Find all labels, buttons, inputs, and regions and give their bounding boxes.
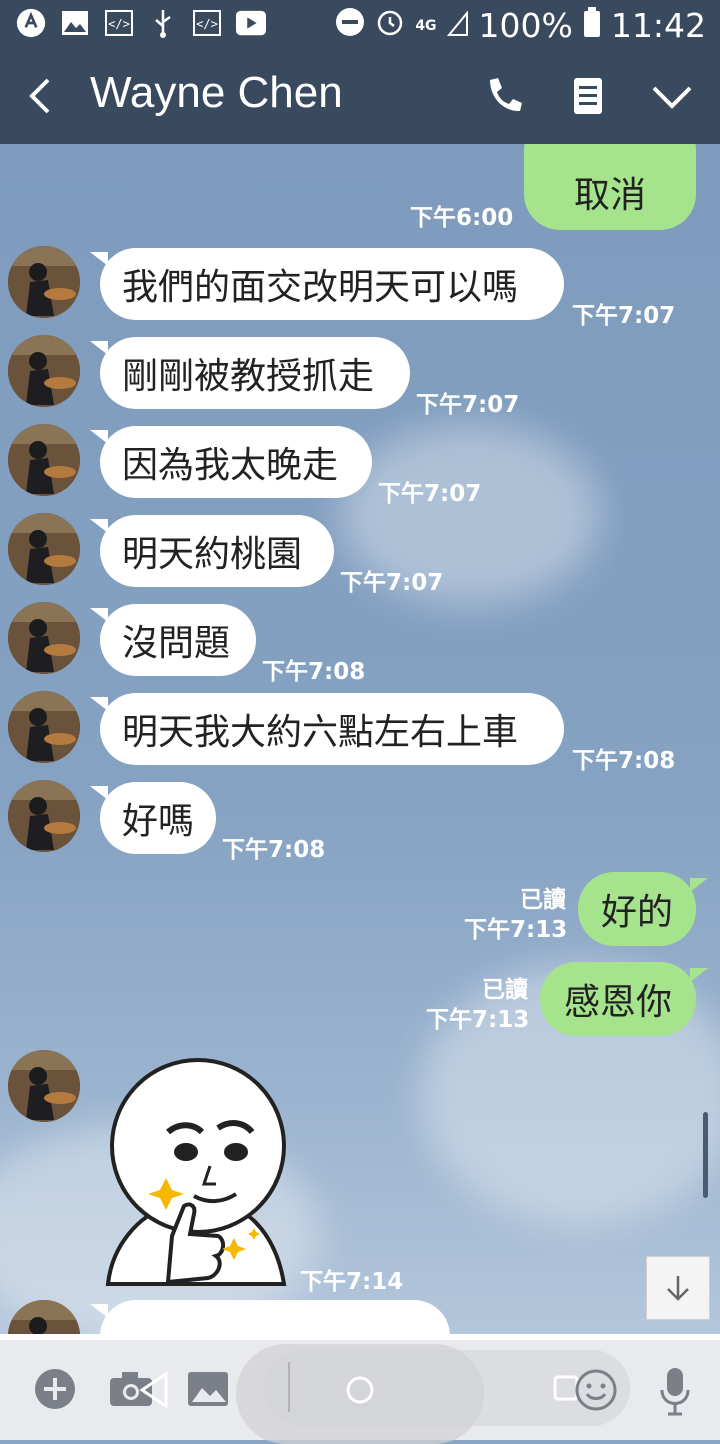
message-time: 下午7:08 bbox=[572, 748, 676, 774]
avatar[interactable] bbox=[8, 780, 80, 852]
avatar[interactable] bbox=[8, 246, 80, 318]
message-bubble-outgoing[interactable]: 取消 bbox=[524, 144, 696, 230]
status-bar: </> </> 4G 100% 11:42 bbox=[0, 0, 720, 48]
battery-icon bbox=[583, 6, 601, 45]
message-text: 好的 bbox=[600, 892, 673, 933]
signal-icon bbox=[446, 6, 469, 45]
message-bubble-incoming[interactable]: 明天約桃園 bbox=[90, 515, 334, 587]
nav-back-icon[interactable] bbox=[138, 1370, 170, 1414]
avatar[interactable] bbox=[8, 335, 80, 407]
message-bubble-outgoing[interactable]: 好的 bbox=[578, 872, 708, 946]
message-text: 沒問題 bbox=[122, 623, 231, 664]
message-time: 下午7:13 bbox=[426, 1007, 530, 1033]
message-time: 下午7:07 bbox=[340, 570, 444, 596]
scroll-to-bottom-button[interactable] bbox=[646, 1256, 710, 1320]
message-bubble-incoming[interactable]: 沒問題 bbox=[90, 604, 256, 676]
plus-icon[interactable] bbox=[34, 1368, 76, 1414]
message-text: 取消 bbox=[573, 175, 646, 216]
message-time: 下午7:07 bbox=[378, 481, 482, 507]
message-time: 下午7:07 bbox=[572, 303, 676, 329]
network-type: 4G bbox=[415, 17, 437, 34]
message-text: 感恩你 bbox=[563, 982, 672, 1023]
chat-area[interactable]: 取消 下午6:00 我們的面交改明天可以嗎 下午7:07 剛剛被教授抓走 下午7… bbox=[0, 144, 720, 1334]
message-bubble-outgoing[interactable]: 感恩你 bbox=[540, 962, 708, 1036]
message-time: 下午7:08 bbox=[262, 659, 366, 685]
svg-text:</>: </> bbox=[196, 17, 218, 31]
message-time: 下午6:00 bbox=[410, 205, 514, 231]
contact-name[interactable]: Wayne Chen bbox=[90, 68, 343, 118]
avatar[interactable] bbox=[8, 602, 80, 674]
message-text: 因為我太晚走 bbox=[122, 445, 339, 486]
message-bubble-incoming-partial[interactable] bbox=[90, 1300, 450, 1334]
message-time: 下午7:07 bbox=[416, 392, 520, 418]
message-text: 明天我大約六點左右上車 bbox=[122, 712, 519, 753]
read-receipt: 已讀 bbox=[520, 887, 566, 913]
message-bubble-incoming[interactable]: 因為我太晚走 bbox=[90, 426, 372, 498]
gallery-icon bbox=[60, 8, 90, 38]
message-time: 下午7:13 bbox=[464, 917, 568, 943]
message-text: 好嗎 bbox=[122, 801, 195, 842]
app-notification-icon bbox=[16, 8, 46, 38]
avatar[interactable] bbox=[8, 513, 80, 585]
message-time: 下午7:08 bbox=[222, 837, 326, 863]
message-bubble-incoming[interactable]: 好嗎 bbox=[90, 782, 216, 854]
svg-text:</>: </> bbox=[108, 17, 130, 31]
phone-icon[interactable] bbox=[482, 74, 526, 118]
battery-percent: 100% bbox=[478, 6, 573, 45]
dnd-icon bbox=[335, 6, 365, 45]
message-bubble-incoming[interactable]: 剛剛被教授抓走 bbox=[90, 337, 410, 409]
message-text: 明天約桃園 bbox=[122, 534, 303, 575]
microphone-icon[interactable] bbox=[658, 1366, 692, 1420]
thumbs-up-character-sticker[interactable] bbox=[98, 1056, 298, 1286]
message-text: 剛剛被教授抓走 bbox=[122, 356, 375, 397]
message-input-bar bbox=[0, 1334, 720, 1444]
message-time: 下午7:14 bbox=[300, 1269, 404, 1295]
message-bubble-incoming[interactable]: 明天我大約六點左右上車 bbox=[90, 693, 564, 765]
scrollbar[interactable] bbox=[703, 1112, 708, 1198]
note-icon[interactable] bbox=[568, 74, 612, 118]
nav-home-icon[interactable] bbox=[344, 1374, 376, 1410]
chevron-down-icon[interactable] bbox=[648, 74, 692, 118]
avatar[interactable] bbox=[8, 691, 80, 763]
message-bubble-incoming[interactable]: 我們的面交改明天可以嗎 bbox=[90, 248, 564, 320]
avatar[interactable] bbox=[8, 424, 80, 496]
code-icon: </> bbox=[104, 8, 134, 38]
youtube-icon bbox=[236, 8, 266, 38]
chat-header: Wayne Chen bbox=[0, 48, 720, 144]
avatar[interactable] bbox=[8, 1050, 80, 1122]
back-icon[interactable] bbox=[22, 74, 62, 118]
read-receipt: 已讀 bbox=[482, 977, 528, 1003]
alarm-icon bbox=[375, 6, 405, 45]
clock: 11:42 bbox=[610, 6, 706, 45]
message-text: 我們的面交改明天可以嗎 bbox=[122, 267, 519, 308]
arrow-down-icon bbox=[667, 1276, 689, 1301]
code-icon-2: </> bbox=[192, 8, 222, 38]
emoji-icon[interactable] bbox=[574, 1368, 618, 1416]
usb-icon bbox=[148, 8, 178, 38]
image-icon[interactable] bbox=[186, 1370, 230, 1412]
